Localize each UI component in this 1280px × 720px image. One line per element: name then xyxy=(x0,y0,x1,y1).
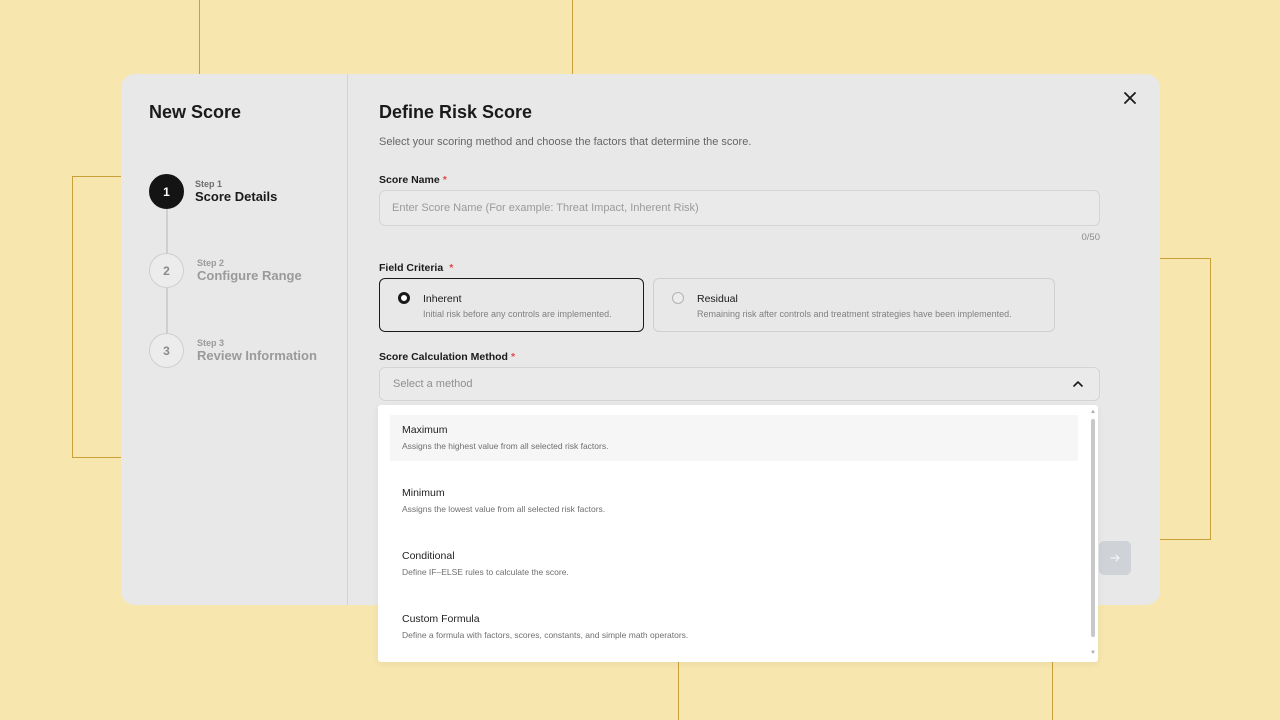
modal-title: New Score xyxy=(149,102,242,122)
required-mark: * xyxy=(449,262,454,274)
decor-line xyxy=(72,176,121,177)
step-connector xyxy=(166,208,168,254)
select-placeholder: Select a method xyxy=(393,378,473,390)
option-title: Maximum xyxy=(402,424,448,436)
required-mark: * xyxy=(510,351,516,363)
scroll-up-icon[interactable]: ▲ xyxy=(1090,409,1096,415)
step-label: Configure Range xyxy=(197,268,302,283)
option-title: Inherent xyxy=(423,293,462,305)
option-title: Residual xyxy=(697,293,738,305)
decor-line xyxy=(1210,258,1211,540)
option-description: Assigns the highest value from all selec… xyxy=(402,441,609,451)
score-name-label: Score Name * xyxy=(379,174,447,186)
page-subtitle: Select your scoring method and choose th… xyxy=(379,136,752,148)
option-description: Assigns the lowest value from all select… xyxy=(402,504,606,514)
method-option-custom-formula[interactable]: Custom Formula Define a formula with fac… xyxy=(390,604,1078,650)
option-description: Initial risk before any controls are imp… xyxy=(423,309,612,319)
option-title: Custom Formula xyxy=(402,613,480,625)
decor-line xyxy=(72,457,121,458)
decor-line xyxy=(1052,662,1053,720)
step-caption: Step 2 xyxy=(197,258,225,268)
dropdown-scrollbar[interactable]: ▲ ▼ xyxy=(1090,409,1096,656)
method-option-minimum[interactable]: Minimum Assigns the lowest value from al… xyxy=(390,478,1078,524)
score-name-label-text: Score Name xyxy=(379,174,440,186)
calc-method-label: Score Calculation Method * xyxy=(379,351,515,363)
option-description: Define a formula with factors, scores, c… xyxy=(402,630,689,640)
step-2[interactable]: 2 Step 2 Configure Range xyxy=(149,253,339,289)
option-title: Conditional xyxy=(402,550,455,562)
decor-line xyxy=(678,662,679,720)
stepper-sidebar: New Score 1 Step 1 Score Details 2 Step … xyxy=(121,74,348,605)
chevron-up-icon xyxy=(1073,381,1083,387)
radio-unselected-icon xyxy=(672,292,684,304)
step-label: Review Information xyxy=(197,348,317,363)
criteria-option-residual[interactable]: Residual Remaining risk after controls a… xyxy=(653,278,1055,332)
step-caption: Step 3 xyxy=(197,338,225,348)
option-description: Remaining risk after controls and treatm… xyxy=(697,309,1012,319)
step-connector xyxy=(166,288,168,334)
method-option-maximum[interactable]: Maximum Assigns the highest value from a… xyxy=(390,415,1078,461)
option-title: Minimum xyxy=(402,487,445,499)
decor-line xyxy=(1160,258,1211,259)
decor-line xyxy=(1160,539,1211,540)
step-3[interactable]: 3 Step 3 Review Information xyxy=(149,333,339,369)
char-counter: 0/50 xyxy=(1081,232,1101,243)
radio-selected-icon xyxy=(398,292,410,304)
field-criteria-label-text: Field Criteria xyxy=(379,262,444,274)
next-button[interactable] xyxy=(1099,541,1131,575)
option-description: Define IF–ELSE rules to calculate the sc… xyxy=(402,567,569,577)
step-caption: Step 1 xyxy=(195,179,223,189)
calc-method-select[interactable]: Select a method xyxy=(379,367,1100,401)
step-number: 2 xyxy=(149,253,184,288)
score-name-input[interactable] xyxy=(379,190,1100,226)
method-option-conditional[interactable]: Conditional Define IF–ELSE rules to calc… xyxy=(390,541,1078,587)
page-title: Define Risk Score xyxy=(379,102,533,122)
decor-line xyxy=(572,0,573,74)
step-1[interactable]: 1 Step 1 Score Details xyxy=(149,174,339,210)
scrollbar-thumb[interactable] xyxy=(1091,419,1095,637)
criteria-option-inherent[interactable]: Inherent Initial risk before any control… xyxy=(379,278,644,332)
step-number: 3 xyxy=(149,333,184,368)
step-number: 1 xyxy=(149,174,184,209)
decor-line xyxy=(72,176,73,457)
calc-method-label-text: Score Calculation Method xyxy=(379,351,508,363)
arrow-right-icon xyxy=(1110,554,1120,562)
scroll-down-icon[interactable]: ▼ xyxy=(1090,650,1096,656)
step-label: Score Details xyxy=(195,189,278,204)
decor-line xyxy=(199,0,200,74)
field-criteria-label: Field Criteria * xyxy=(379,262,453,274)
calc-method-dropdown: Maximum Assigns the highest value from a… xyxy=(378,405,1098,662)
required-mark: * xyxy=(442,174,447,186)
